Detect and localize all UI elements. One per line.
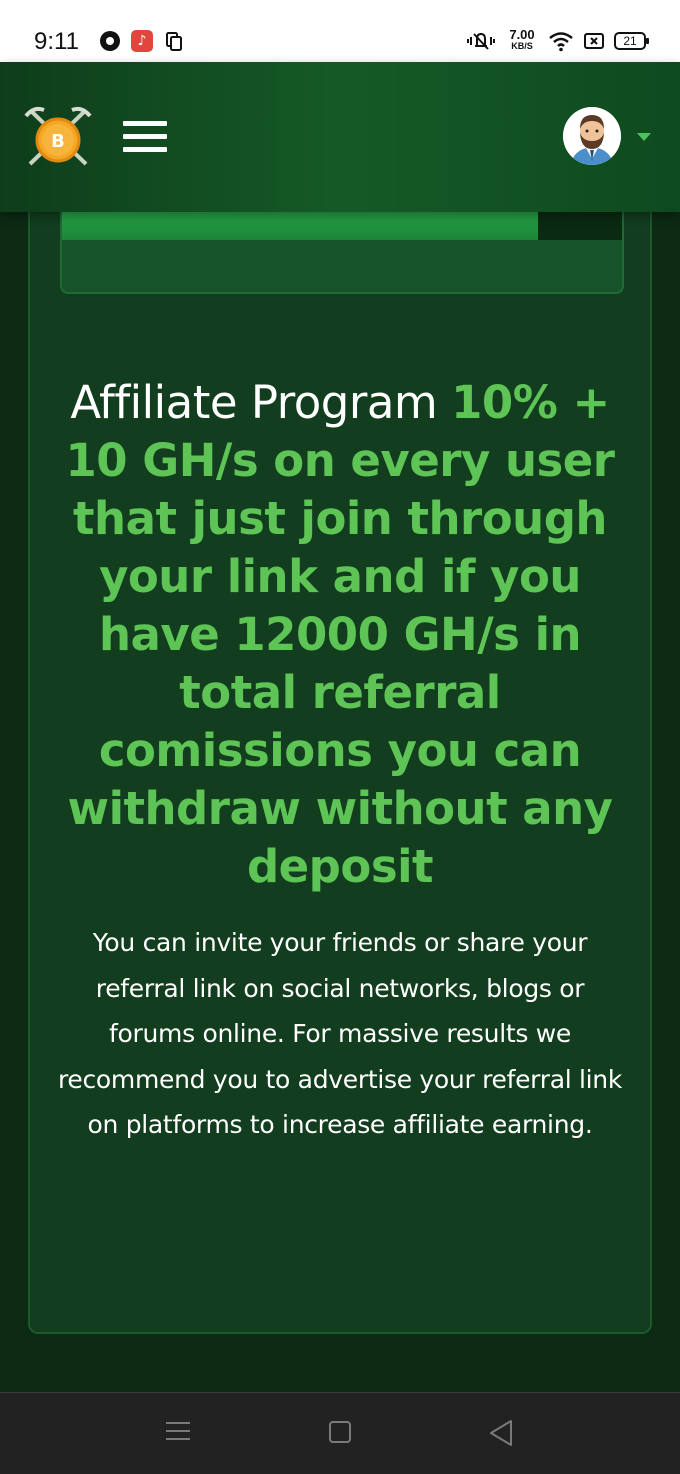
network-speed-unit: KB/S [511,41,533,51]
nav-menu-icon[interactable] [166,1419,190,1443]
copy-icon [166,32,182,51]
wifi-icon [549,32,573,52]
nav-home-icon[interactable] [329,1421,351,1443]
battery-icon: 21 [614,32,649,50]
affiliate-heading: Affiliate Program 10% + 10 GH/s on every… [46,374,634,896]
bitcoin-pickaxe-logo[interactable]: B [24,106,92,170]
status-bar: 9:11 ♪ 7.00 KB/S 21 [0,0,680,62]
system-nav-bar [0,1392,680,1474]
main-content: Affiliate Program 10% + 10 GH/s on every… [0,212,680,1392]
caret-down-icon[interactable] [637,133,651,141]
progress-fill [62,212,538,240]
progress-bar [62,212,622,240]
app-header: B [0,62,680,212]
sim-icon [584,33,604,49]
nav-back-icon[interactable] [488,1419,514,1447]
music-app-icon: ♪ [131,30,153,52]
hamburger-menu-icon[interactable] [123,119,167,155]
network-speed-value: 7.00 [509,27,535,42]
svg-text:B: B [51,131,65,152]
affiliate-heading-title: Affiliate Program [70,376,452,429]
affiliate-description: You can invite your friends or share you… [57,928,623,1139]
network-speed: 7.00 KB/S [506,28,538,51]
progress-panel [60,212,624,294]
mute-icon [467,32,495,50]
chrome-icon [100,31,120,51]
user-avatar[interactable] [563,107,621,165]
status-time: 9:11 [34,28,79,55]
affiliate-heading-offer: 10% + 10 GH/s on every user that just jo… [65,376,616,893]
